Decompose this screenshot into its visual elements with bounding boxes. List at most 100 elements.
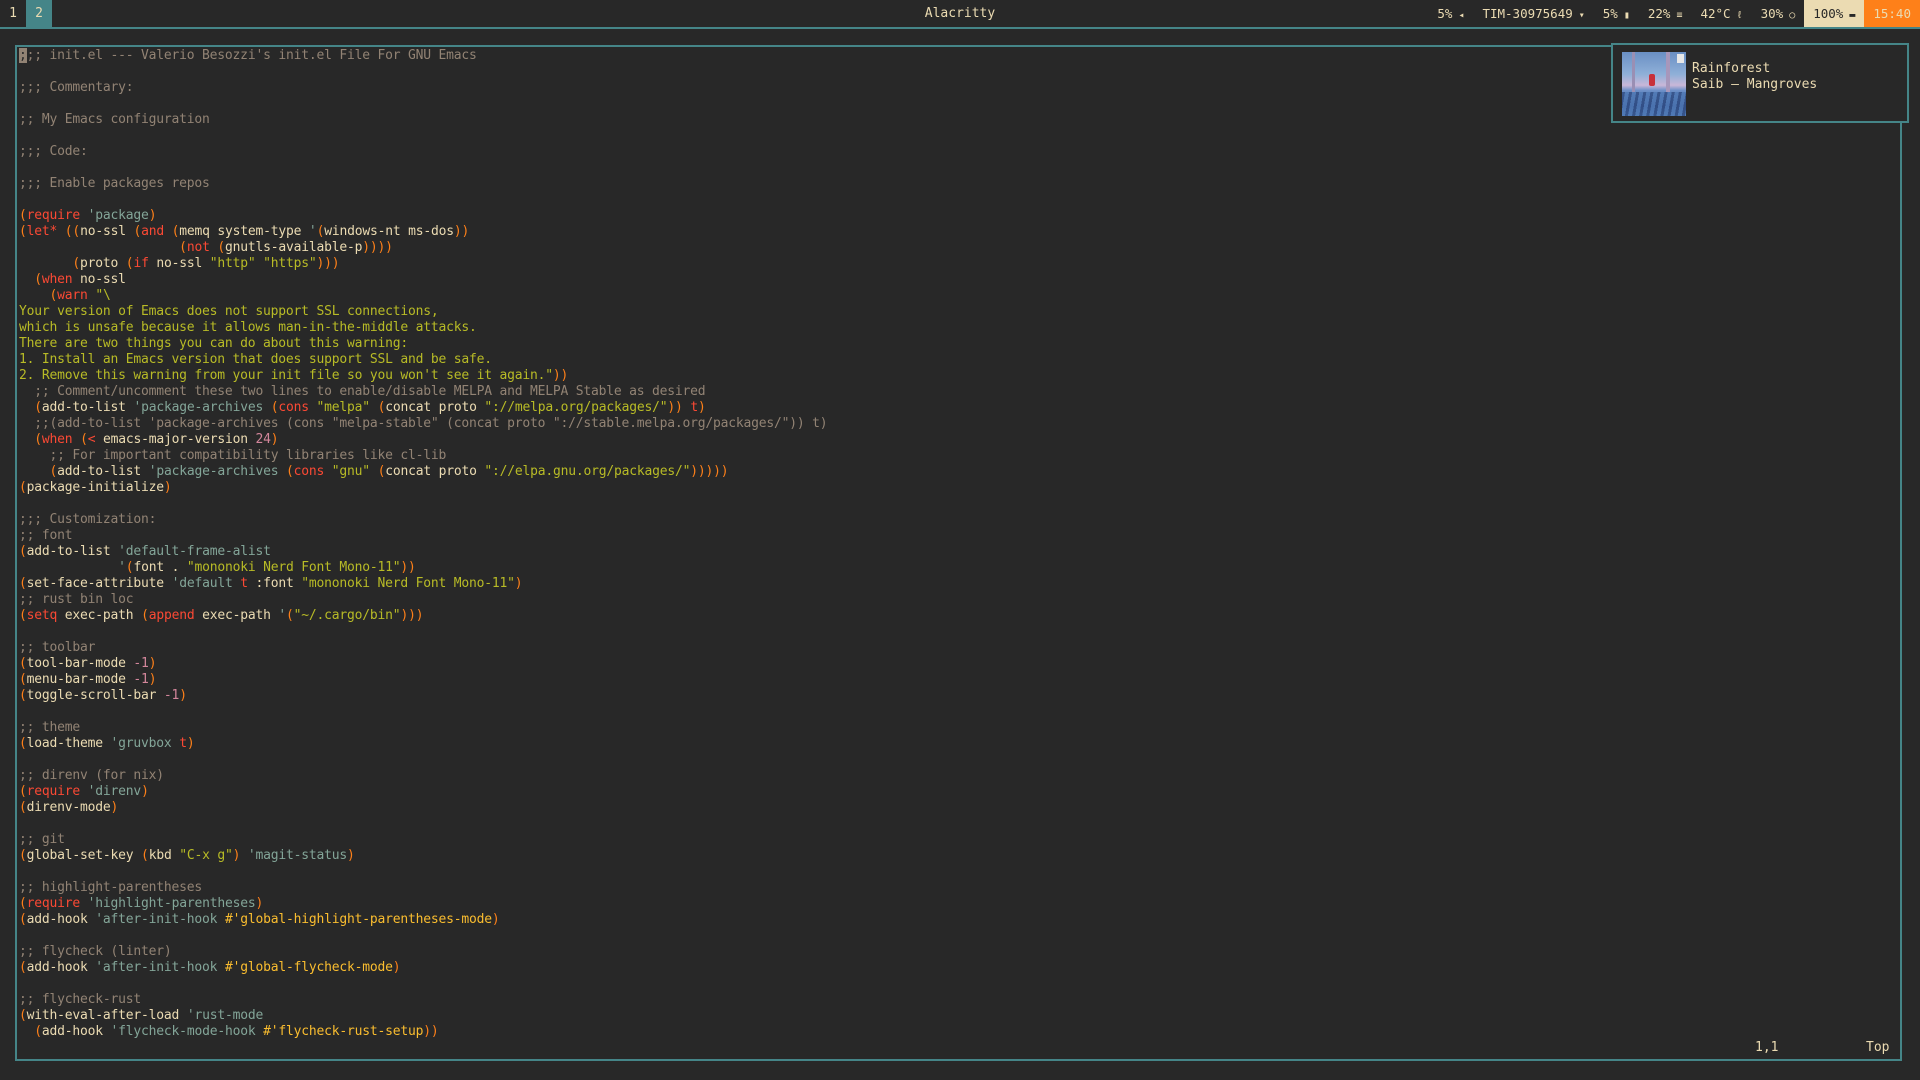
clock[interactable]: 15:40 bbox=[1864, 0, 1920, 27]
paren: (( bbox=[64, 224, 81, 239]
text: toggle-scroll-bar bbox=[26, 688, 164, 703]
quoted-symbol: 'gruvbox bbox=[110, 736, 172, 751]
text bbox=[80, 896, 88, 911]
text: exec-path bbox=[57, 608, 142, 623]
quoted-symbol: 'package bbox=[87, 208, 149, 223]
battery-status[interactable]: 5% ▮ bbox=[1594, 0, 1639, 27]
keyword: not bbox=[186, 240, 210, 255]
string: "~/.cargo/bin" bbox=[293, 608, 401, 623]
code-line: ;; My Emacs configuration bbox=[19, 112, 827, 128]
text bbox=[217, 960, 225, 975]
text bbox=[255, 1024, 263, 1039]
comment: ;;; Enable packages repos bbox=[19, 176, 210, 191]
text: font . bbox=[133, 560, 187, 575]
code-line: (add-hook 'flycheck-mode-hook #'flycheck… bbox=[19, 1024, 827, 1040]
text: add-hook bbox=[26, 960, 96, 975]
code-line: ;; rust bin loc bbox=[19, 592, 827, 608]
wifi-icon: ▾ bbox=[1578, 10, 1585, 21]
thermometer-icon: ℓ bbox=[1736, 10, 1743, 21]
battery-value: 5% bbox=[1602, 6, 1618, 21]
paren: ( bbox=[34, 272, 42, 287]
comment: ;; font bbox=[19, 528, 73, 543]
quoted-symbol: 'after-init-hook bbox=[95, 912, 218, 927]
temperature-status[interactable]: 42°C ℓ bbox=[1691, 0, 1751, 27]
number: 24 bbox=[255, 432, 271, 447]
workspace-2[interactable]: 2 bbox=[26, 0, 52, 27]
code-line: ;; toolbar bbox=[19, 640, 827, 656]
code-line: (not (gnutls-available-p)))) bbox=[19, 240, 827, 256]
paren: ( bbox=[19, 896, 27, 911]
keyword: warn bbox=[57, 288, 88, 303]
paren: ( bbox=[49, 288, 58, 303]
keyword: and bbox=[141, 224, 164, 239]
comment: ;; My Emacs configuration bbox=[19, 112, 210, 127]
text bbox=[19, 1024, 34, 1039]
paren: ( bbox=[19, 544, 27, 559]
wifi-status[interactable]: TIM-30975649 ▾ bbox=[1473, 0, 1593, 27]
cpu-status[interactable]: 22% ≡ bbox=[1639, 0, 1692, 27]
string: Your version of Emacs does not support S… bbox=[19, 304, 439, 319]
text: load-theme bbox=[26, 736, 111, 751]
text: no-ssl bbox=[72, 272, 126, 287]
code-line: 1. Install an Emacs version that does su… bbox=[19, 352, 827, 368]
paren: )) bbox=[552, 368, 569, 383]
paren: ( bbox=[19, 848, 27, 863]
cpu-icon: ≡ bbox=[1676, 10, 1683, 21]
paren: ( bbox=[19, 576, 27, 591]
code-line: ;;; Enable packages repos bbox=[19, 176, 827, 192]
code-line: ;;(add-to-list 'package-archives (cons "… bbox=[19, 416, 827, 432]
code-line: ;; flycheck (linter) bbox=[19, 944, 827, 960]
code-line: (add-to-list 'package-archives (cons "me… bbox=[19, 400, 827, 416]
paren: ( bbox=[34, 432, 42, 447]
paren: ) bbox=[491, 912, 500, 927]
text bbox=[80, 784, 88, 799]
editor-buffer[interactable]: ;;; init.el --- Valerio Besozzi's init.e… bbox=[19, 48, 828, 1040]
keyword: let* bbox=[26, 224, 58, 239]
memory-status[interactable]: 30% ○ bbox=[1752, 0, 1805, 27]
code-line: ;; Comment/uncomment these two lines to … bbox=[19, 384, 827, 400]
code-line: 2. Remove this warning from your init fi… bbox=[19, 368, 827, 384]
workspace-1[interactable]: 1 bbox=[0, 0, 26, 27]
paren: ( bbox=[19, 736, 27, 751]
code-line: ;;; Customization: bbox=[19, 512, 827, 528]
paren: ) bbox=[148, 672, 157, 687]
code-line: (warn "\ bbox=[19, 288, 827, 304]
paren: ( bbox=[286, 608, 294, 623]
code-line: ;; font bbox=[19, 528, 827, 544]
paren: ( bbox=[34, 400, 42, 415]
paren: )))) bbox=[362, 240, 393, 255]
temperature-value: 42°C bbox=[1700, 6, 1731, 21]
text: concat proto bbox=[385, 400, 485, 415]
top-bar: 1 2 Alacritty 5% ◂ TIM-30975649 ▾ 5% ▮ 22% ≡… bbox=[0, 0, 1920, 27]
keyword: t bbox=[690, 400, 698, 415]
text bbox=[19, 432, 34, 447]
function-ref: #'global-flycheck-mode bbox=[224, 960, 393, 975]
brightness-status[interactable]: 100% ▬ bbox=[1804, 0, 1865, 27]
paren: ))) bbox=[316, 256, 340, 271]
comment: ;; toolbar bbox=[19, 640, 96, 655]
quoted-symbol: 'highlight-parentheses bbox=[87, 896, 256, 911]
paren: ( bbox=[19, 688, 27, 703]
paren: )) bbox=[400, 560, 416, 575]
text: add-hook bbox=[26, 912, 96, 927]
string: "mononoki Nerd Font Mono-11" bbox=[301, 576, 515, 591]
battery-icon: ▮ bbox=[1623, 10, 1630, 21]
text: global-set-key bbox=[26, 848, 142, 863]
memory-value: 30% bbox=[1760, 6, 1784, 21]
code-line: (proto (if no-ssl "http" "https"))) bbox=[19, 256, 827, 272]
paren: ( bbox=[141, 848, 149, 863]
quoted-symbol: 'default-frame-alist bbox=[118, 544, 271, 559]
paren: ( bbox=[19, 912, 27, 927]
volume-status[interactable]: 5% ◂ bbox=[1428, 0, 1473, 27]
text: kbd bbox=[148, 848, 180, 863]
paren: ( bbox=[19, 800, 27, 815]
paren: ( bbox=[34, 1024, 42, 1039]
notification-popup[interactable]: Rainforest Saib – Mangroves bbox=[1611, 43, 1909, 123]
code-line: ;; git bbox=[19, 832, 827, 848]
paren: ( bbox=[19, 480, 27, 495]
comment: ;; init.el --- Valerio Besozzi's init.el… bbox=[26, 48, 477, 63]
code-line: (when no-ssl bbox=[19, 272, 827, 288]
